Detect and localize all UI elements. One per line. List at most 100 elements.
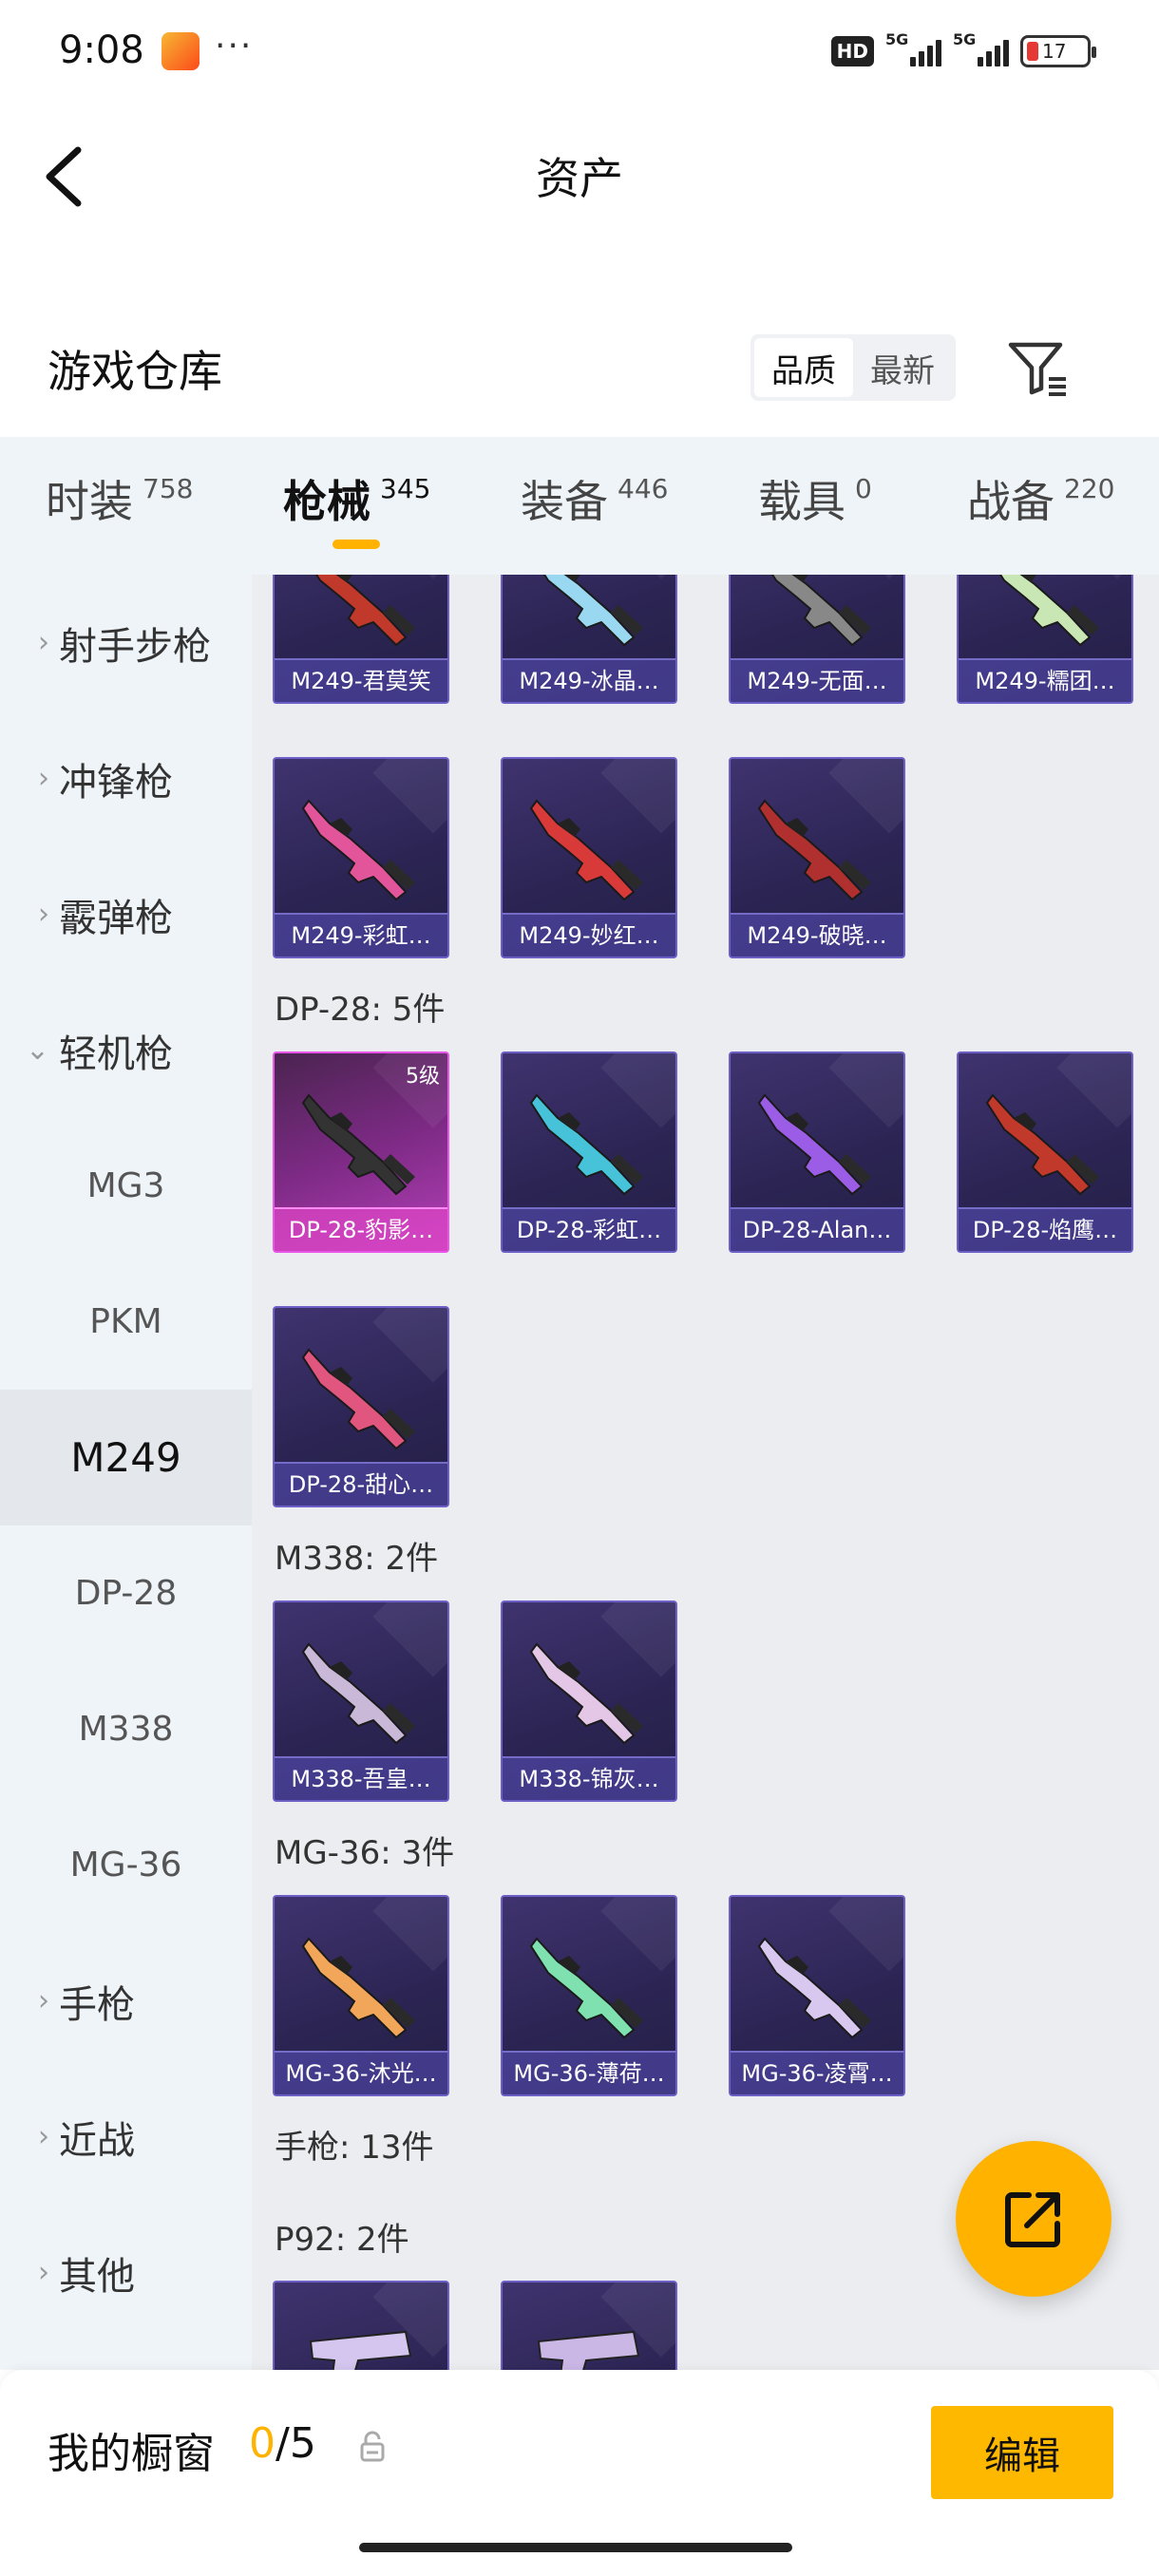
- weapon-card[interactable]: M338-吾皇…: [273, 1601, 449, 1802]
- tab-vehicles[interactable]: 载具 0: [758, 467, 872, 530]
- weapon-skin-icon: [757, 1093, 871, 1196]
- weapon-card[interactable]: M249-无面…: [729, 575, 905, 704]
- tab-supplies[interactable]: 战备 220: [967, 467, 1114, 530]
- sidebar-item-pistol[interactable]: › 手枪: [0, 1933, 252, 2069]
- weapon-card[interactable]: M338-锦灰…: [501, 1601, 677, 1802]
- sort-newest-button[interactable]: 最新: [853, 338, 952, 397]
- group-label-pistol: 手枪: 13件: [275, 2129, 434, 2167]
- tab-count: 220: [1064, 473, 1115, 504]
- showcase-current: 0: [249, 2419, 276, 2468]
- weapon-card[interactable]: DP-28-彩虹…: [501, 1051, 677, 1253]
- category-tabs: 时装 758 枪械 345 装备 446 载具 0 战备 220: [0, 437, 1159, 575]
- weapon-category-sidebar: › 射手步枪 › 冲锋枪 › 霰弹枪 ⌄ 轻机枪 MG3 PKM M249 DP…: [0, 575, 252, 2370]
- weapon-card-name: M249-糯团…: [959, 658, 1131, 702]
- weapon-card[interactable]: DP-28-焰鹰…: [957, 1051, 1133, 1253]
- showcase-total: /5: [276, 2419, 316, 2468]
- chevron-right-icon: ›: [38, 762, 49, 795]
- weapon-card[interactable]: M249-冰晶…: [501, 575, 677, 704]
- weapon-card-name: MG-36-薄荷…: [503, 2051, 675, 2094]
- weapon-card[interactable]: M249-君莫笑: [273, 575, 449, 704]
- chevron-right-icon: ›: [38, 1984, 49, 2017]
- tab-equipment[interactable]: 装备 446: [521, 467, 668, 530]
- sidebar-item-lmg[interactable]: ⌄ 轻机枪: [0, 982, 252, 1118]
- weapon-card[interactable]: M249-破晓…: [729, 757, 905, 958]
- status-indicators: HD 5G 5G 17: [830, 30, 1096, 70]
- sidebar-item-label: 近战: [59, 2118, 135, 2163]
- more-notifications-icon: ···: [215, 27, 254, 66]
- weapon-skin-icon: [529, 1642, 643, 1745]
- weapon-card[interactable]: M249-妙红…: [501, 757, 677, 958]
- group-label-mg36: MG-36: 3件: [275, 1834, 455, 1872]
- sort-quality-button[interactable]: 品质: [754, 338, 853, 397]
- tab-firearms[interactable]: 枪械 345: [283, 467, 430, 530]
- weapon-card[interactable]: 5级 DP-28-豹影…: [273, 1051, 449, 1253]
- weapon-skin-icon: [757, 799, 871, 901]
- weapon-skin-icon: [529, 1937, 643, 2039]
- sidebar-item-pkm[interactable]: PKM: [0, 1254, 252, 1390]
- weapon-skin-icon: [757, 1937, 871, 2039]
- page-title: 资产: [536, 153, 623, 204]
- weapon-skin-icon: [537, 2330, 640, 2370]
- weapon-skin-icon: [309, 2330, 412, 2370]
- weapon-skin-icon: [542, 575, 643, 647]
- weapon-card-name: M249-妙红…: [503, 913, 675, 957]
- weapon-card[interactable]: DP-28-甜心…: [273, 1306, 449, 1507]
- weapon-card-name: MG-36-沐光…: [275, 2051, 447, 2094]
- weapon-skin-icon: [998, 575, 1099, 647]
- weapon-card[interactable]: [501, 2281, 677, 2370]
- weapon-card[interactable]: MG-36-薄荷…: [501, 1895, 677, 2096]
- sidebar-item-smg[interactable]: › 冲锋枪: [0, 710, 252, 846]
- weapon-card[interactable]: DP-28-Alan…: [729, 1051, 905, 1253]
- sidebar-item-dp28[interactable]: DP-28: [0, 1525, 252, 1661]
- chevron-right-icon: ›: [38, 2120, 49, 2153]
- signal-icon-1: 5G: [885, 30, 941, 66]
- weapon-card[interactable]: [273, 2281, 449, 2370]
- weapon-card[interactable]: MG-36-凌霄…: [729, 1895, 905, 2096]
- weapon-card-name: DP-28-甜心…: [275, 1462, 447, 1506]
- weapon-card-name: DP-28-焰鹰…: [959, 1207, 1131, 1251]
- group-label-dp28: DP-28: 5件: [275, 991, 446, 1029]
- tab-label: 装备: [521, 476, 608, 527]
- weapon-skin-icon: [985, 1093, 1099, 1196]
- sort-toggle: 品质 最新: [750, 334, 956, 401]
- weapon-card[interactable]: MG-36-沐光…: [273, 1895, 449, 2096]
- tab-count: 345: [380, 473, 431, 504]
- app-notification-icon: [162, 32, 200, 70]
- signal-label: 5G: [953, 30, 977, 48]
- sidebar-item-label: 冲锋枪: [59, 760, 173, 805]
- sidebar-item-marksman[interactable]: › 射手步枪: [0, 575, 252, 710]
- battery-level: 17: [1042, 40, 1067, 63]
- active-tab-indicator: [332, 540, 380, 549]
- weapon-card-name: M249-破晓…: [731, 913, 903, 957]
- tab-label: 载具: [758, 476, 846, 527]
- weapon-card-name: M249-冰晶…: [503, 658, 675, 702]
- sidebar-item-melee[interactable]: › 近战: [0, 2069, 252, 2205]
- tab-label: 战备: [967, 476, 1054, 527]
- signal-label: 5G: [885, 30, 909, 48]
- sidebar-item-label: 手枪: [59, 1982, 135, 2027]
- showcase-count: 0/5: [249, 2419, 316, 2468]
- chevron-down-icon: ⌄: [25, 1033, 49, 1067]
- sidebar-item-mg3[interactable]: MG3: [0, 1118, 252, 1254]
- status-bar: 9:08 ··· HD 5G 5G 17: [0, 0, 1159, 104]
- lock-icon: [360, 2431, 385, 2462]
- weapon-card[interactable]: M249-糯团…: [957, 575, 1133, 704]
- tab-label: 时装: [46, 476, 133, 527]
- filter-icon: [1008, 342, 1066, 396]
- filter-button[interactable]: [1007, 337, 1070, 400]
- edit-button[interactable]: 编辑: [931, 2406, 1113, 2499]
- sidebar-item-shotgun[interactable]: › 霰弹枪: [0, 846, 252, 982]
- weapon-skin-icon: [529, 799, 643, 901]
- status-time: 9:08: [59, 28, 144, 72]
- sidebar-item-other[interactable]: › 其他: [0, 2205, 252, 2340]
- tab-fashion[interactable]: 时装 758: [46, 467, 193, 530]
- weapon-skin-icon: [301, 1937, 415, 2039]
- sidebar-item-label: 其他: [59, 2254, 135, 2299]
- sidebar-item-m249[interactable]: M249: [0, 1390, 252, 1525]
- sidebar-item-m338[interactable]: M338: [0, 1661, 252, 1797]
- share-button[interactable]: [956, 2141, 1112, 2297]
- sidebar-item-mg36[interactable]: MG-36: [0, 1797, 252, 1933]
- tab-count: 446: [618, 473, 669, 504]
- weapon-card[interactable]: M249-彩虹…: [273, 757, 449, 958]
- weapon-skin-icon: [301, 1093, 415, 1196]
